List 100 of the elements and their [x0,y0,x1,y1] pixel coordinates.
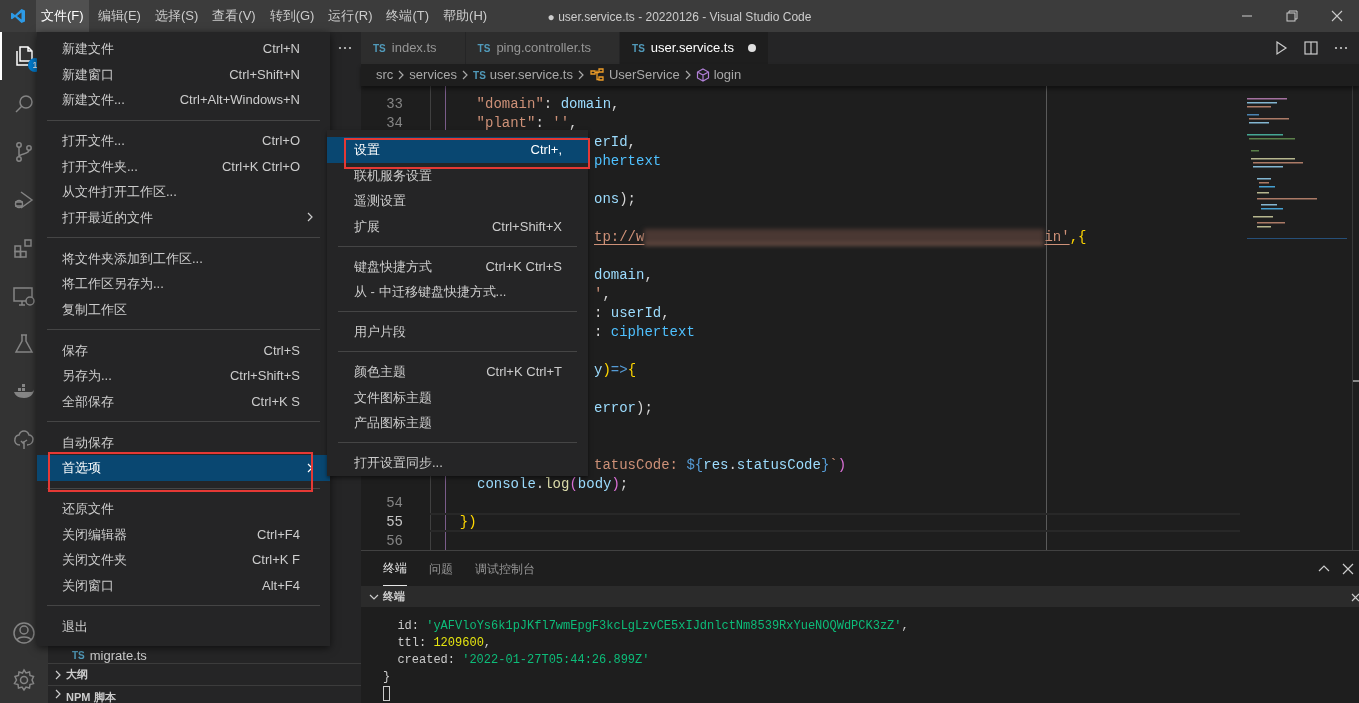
menu-bar-item[interactable]: 帮助(H) [438,0,493,32]
editor-tab[interactable]: TS ping.controller.ts [465,32,621,64]
editor-tab[interactable]: TS user.service.ts [620,32,769,64]
run-icon[interactable] [1273,40,1289,56]
terminal-line: ttl: 1209600, [396,636,492,650]
menu-item[interactable]: 首选项 [37,455,330,481]
terminal-line: created: '2022-01-27T05:44:26.899Z' [396,653,650,667]
menu-item[interactable]: 新建文件... Ctrl+Alt+Windows+N [37,87,330,113]
cube-symbol-icon [695,68,710,82]
run-debug-icon [12,188,36,212]
code-line: y)=>{ [594,360,637,380]
breadcrumb-item[interactable]: TS user.service.ts [473,65,573,85]
menu-item[interactable]: 关闭窗口 Alt+F4 [37,572,330,598]
chevron-right-icon [54,669,62,680]
menu-item[interactable]: 键盘快捷方式 Ctrl+K Ctrl+S [327,253,588,279]
chevron-right-icon [54,689,62,699]
code-line: console.log(body); [477,474,629,494]
menu-item[interactable]: 将工作区另存为... [37,271,330,297]
menu-bar-item[interactable]: 文件(F) [36,0,89,32]
tab-label: ping.controller.ts [496,39,592,58]
menu-item[interactable]: 将文件夹添加到工作区... [37,245,330,271]
menu-item[interactable]: 保存 Ctrl+S [37,337,330,363]
chevron-right-icon [576,70,585,80]
close-icon [1330,10,1343,22]
menu-item[interactable]: 复制工作区 [37,296,330,322]
breadcrumb-item[interactable]: UserService [588,65,680,85]
menu-item[interactable]: 从文件打开工作区... [37,179,330,205]
ts-file-icon: TS [477,40,491,56]
section-header[interactable]: 终端 [361,586,1359,607]
file-tree-item[interactable]: TS migrate.ts [48,645,361,663]
code-line: ons); [594,189,637,209]
remote-monitor-icon [12,284,36,308]
menu-item[interactable]: 打开最近的文件 [37,204,330,230]
menu-bar-item[interactable]: 运行(R) [323,0,378,32]
settings-icon [12,667,36,692]
menu-item[interactable]: 还原文件 [37,496,330,522]
menu-bar-item[interactable]: 编辑(E) [92,0,146,32]
code-line: : ciphertext [594,322,695,342]
menu-item[interactable]: 用户片段 [327,319,588,345]
line-number: 33 [386,95,403,112]
code-line: ', [594,284,611,304]
menu-item[interactable]: 设置 Ctrl+, [327,137,588,163]
editor-tab[interactable]: TS index.ts [361,32,466,64]
window-title: ● user.service.ts - 20220126 - Visual Studio Code [547,9,812,26]
terminal-line: } [383,670,391,684]
menu-item[interactable]: 自动保存 [37,429,330,455]
menu-bar-item[interactable]: 选择(S) [149,0,204,32]
chevron-right-icon [306,462,314,473]
split-editor-icon[interactable] [1303,40,1319,56]
breadcrumb-item[interactable]: src [376,65,394,85]
menu-item[interactable]: 关闭编辑器 Ctrl+F4 [37,521,330,547]
menu-item[interactable]: 打开设置同步... [327,450,588,476]
menu-item[interactable]: 产品图标主题 [327,410,588,436]
chevron-down-icon [369,592,379,601]
menu-bar-item[interactable]: 转到(G) [264,0,320,32]
breadcrumb-item[interactable]: login [695,65,742,85]
menu-item[interactable]: 从 - 中迁移键盘快捷方式... [327,279,588,305]
tree-icon [12,428,36,452]
menu-item[interactable]: 文件图标主题 [327,384,588,410]
menu-item[interactable]: 打开文件夹... Ctrl+K Ctrl+O [37,153,330,179]
code-line: erId, [594,132,636,152]
menu-item[interactable]: 联机服务设置 [327,162,588,188]
chevron-right-icon [461,70,470,80]
ts-file-icon: TS [632,40,645,56]
ts-file-icon: TS [373,40,386,56]
scroll-marker [1353,380,1359,382]
ts-file-icon: TS [72,648,85,663]
menu-item[interactable]: 全部保存 Ctrl+K S [37,388,330,414]
menu-bar-item[interactable]: 终端(T) [381,0,435,32]
section-title: NPM 脚本 [66,690,116,703]
menu-item[interactable]: 遥测设置 [327,188,588,214]
menu-item[interactable]: 打开文件... Ctrl+O [37,128,330,154]
menu-item[interactable]: 退出 [37,613,330,639]
tab-label: user.service.ts [650,39,734,58]
code-line: domain, [594,265,653,285]
line-number: 56 [386,532,403,549]
code-line: tp://w in',{ [594,227,1087,247]
close-icon[interactable] [1341,561,1355,576]
close-icon[interactable] [1351,591,1359,602]
restore-icon [1285,10,1298,22]
section-title: 大纲 [66,667,88,683]
menu-item[interactable]: 颜色主题 Ctrl+K Ctrl+T [327,359,588,385]
panel-tab[interactable]: 调试控制台 [475,551,535,586]
terminal-line: id: 'yAFVloYs6k1pJKfl7wmEpgF3kcLgLzvCE5xIJdnlctNm8539RxYueNOQWdPCK3zZ', [396,619,909,633]
menu-item[interactable]: 扩展 Ctrl+Shift+X [327,213,588,239]
chevron-right-icon [306,212,314,223]
chevron-right-icon [683,70,692,80]
panel-tab[interactable]: 问题 [429,551,453,586]
chevron-right-icon [397,70,406,80]
line-number: 34 [386,114,403,131]
menu-item[interactable]: 另存为... Ctrl+Shift+S [37,363,330,389]
code-line: }) [458,512,477,532]
breadcrumb-item[interactable]: services [409,65,458,85]
line-number: 55 [386,513,403,530]
section-header[interactable]: NPM 脚本 [48,685,361,703]
file-name: migrate.ts [89,648,147,663]
menu-item[interactable]: 关闭文件夹 Ctrl+K F [37,547,330,573]
code-line: "plant": '', [475,113,578,133]
section-header[interactable]: 大纲 [48,663,361,685]
menu-bar-item[interactable]: 查看(V) [207,0,261,32]
